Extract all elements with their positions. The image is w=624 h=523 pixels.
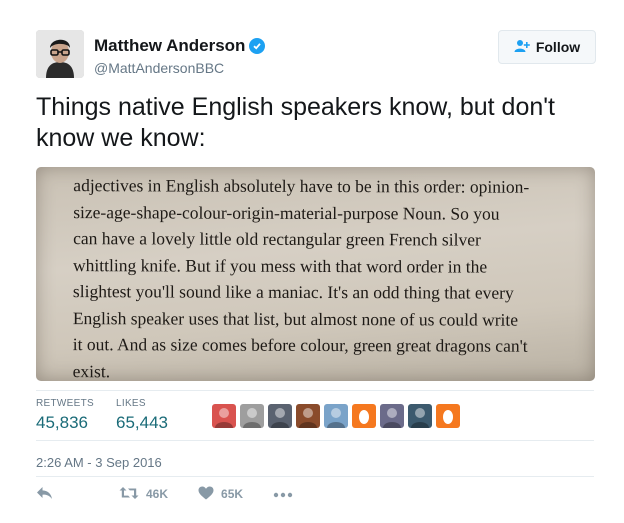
- tweet-actions: 46K 65K: [36, 484, 293, 504]
- liker-avatar[interactable]: [212, 404, 236, 428]
- liker-avatar[interactable]: [380, 404, 404, 428]
- user-name-block: Matthew Anderson @MattAndersonBBC: [94, 36, 266, 76]
- like-button[interactable]: 65K: [198, 486, 243, 503]
- user-handle[interactable]: @MattAndersonBBC: [94, 60, 265, 76]
- retweet-icon: [119, 486, 139, 503]
- photo-text: adjectives in English absolutely have to…: [73, 172, 570, 381]
- divider: [36, 390, 594, 391]
- tweet-stats: RETWEETS 45,836 LIKES 65,443: [36, 398, 596, 440]
- retweets-label: RETWEETS: [36, 398, 94, 409]
- photo-text-line: exist.: [72, 360, 111, 381]
- photo-text-line: size-age-shape-colour-origin-material-pu…: [73, 201, 500, 224]
- photo-text-line: adjectives in English absolutely have to…: [73, 175, 530, 197]
- like-count: 65K: [221, 487, 244, 501]
- photo-text-line: whittling knife. But if you mess with th…: [73, 254, 488, 277]
- likes-label: LIKES: [116, 398, 146, 409]
- liker-avatar[interactable]: [408, 404, 432, 428]
- liker-avatar[interactable]: [324, 404, 348, 428]
- more-icon: [273, 487, 293, 501]
- liker-avatar[interactable]: [268, 404, 292, 428]
- follow-button[interactable]: Follow: [498, 30, 596, 64]
- reply-button[interactable]: [36, 486, 53, 503]
- more-button[interactable]: [273, 487, 293, 501]
- egg-icon[interactable]: [352, 404, 376, 428]
- photo-text-line: slightest you'll sound like a maniac. It…: [72, 281, 514, 303]
- tweet-photo[interactable]: adjectives in English absolutely have to…: [36, 167, 595, 381]
- likers-list: [212, 404, 460, 428]
- user-avatar[interactable]: [36, 30, 84, 78]
- likes-stat[interactable]: LIKES 65,443: [116, 398, 168, 433]
- retweet-button[interactable]: 46K: [119, 486, 168, 503]
- photo-text-line: can have a lovely little old rectangular…: [73, 228, 481, 250]
- likes-count: 65,443: [116, 413, 168, 432]
- tweet-timestamp[interactable]: 2:26 AM - 3 Sep 2016: [36, 455, 162, 470]
- egg-icon[interactable]: [436, 404, 460, 428]
- display-name-text[interactable]: Matthew Anderson: [94, 36, 245, 56]
- divider: [36, 476, 594, 477]
- tweet-header: Matthew Anderson @MattAndersonBBC Follow: [36, 30, 596, 80]
- display-name[interactable]: Matthew Anderson: [94, 36, 266, 56]
- divider: [36, 440, 594, 441]
- photo-text-line: English speaker uses that list, but almo…: [72, 307, 519, 330]
- retweets-stat[interactable]: RETWEETS 45,836: [36, 398, 94, 433]
- retweets-count: 45,836: [36, 413, 88, 432]
- verified-badge-icon: [249, 38, 266, 54]
- add-user-icon: [514, 39, 530, 56]
- retweet-count: 46K: [146, 487, 169, 501]
- follow-button-label: Follow: [535, 39, 581, 55]
- liker-avatar[interactable]: [240, 404, 264, 428]
- photo-text-line: it out. And as size comes before colour,…: [72, 334, 528, 356]
- reply-icon: [36, 486, 53, 503]
- heart-icon: [198, 486, 214, 503]
- liker-avatar[interactable]: [296, 404, 320, 428]
- tweet-text: Things native English speakers know, but…: [36, 93, 555, 152]
